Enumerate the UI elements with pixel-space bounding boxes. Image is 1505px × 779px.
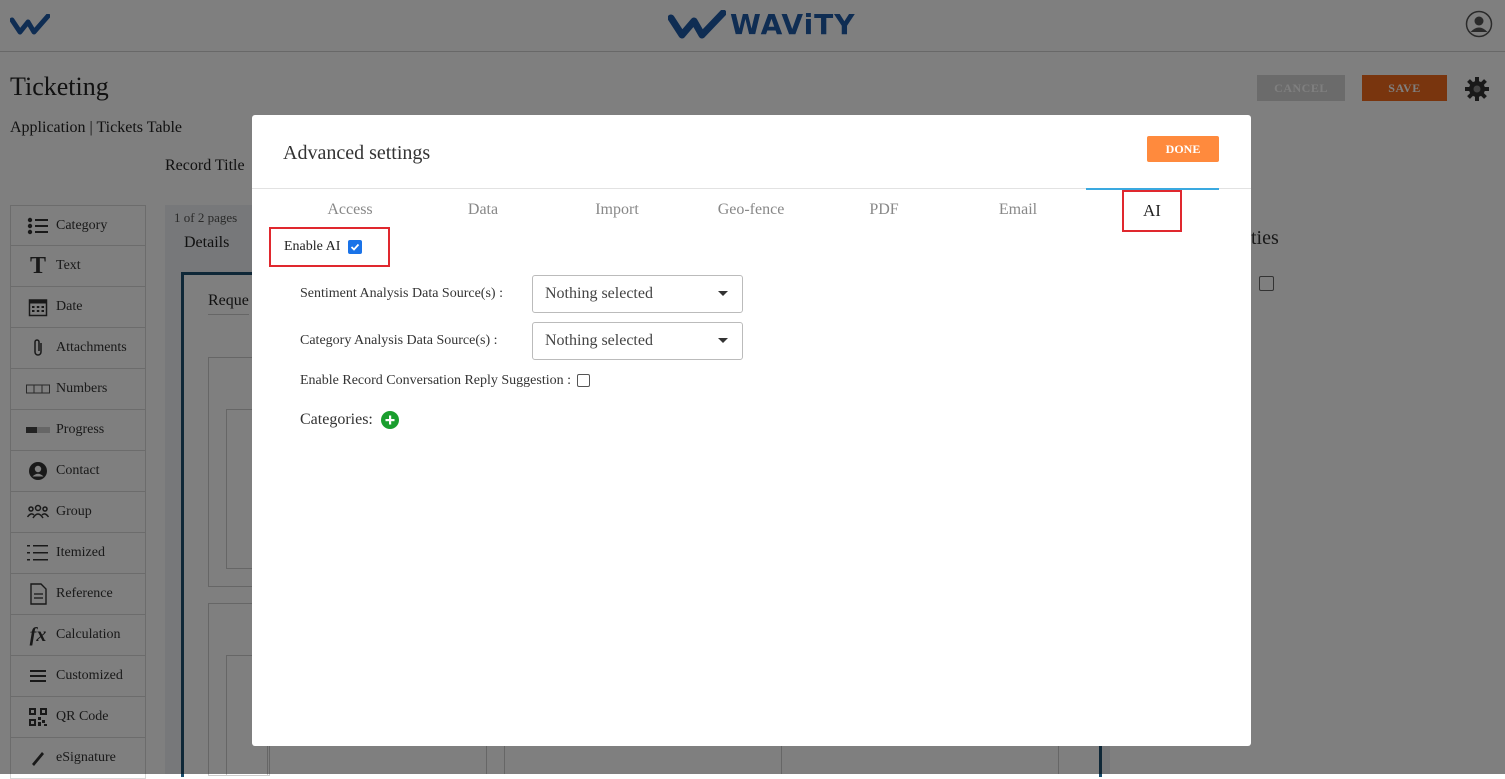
reply-suggestion-row: Enable Record Conversation Reply Suggest… — [300, 373, 591, 389]
add-category-icon[interactable] — [380, 411, 399, 429]
enable-ai-row: Enable AI — [269, 227, 390, 267]
caret-down-icon — [718, 291, 728, 296]
tab-import[interactable]: Import — [562, 201, 672, 219]
tab-data[interactable]: Data — [428, 201, 538, 219]
tab-email[interactable]: Email — [963, 201, 1073, 219]
modal-title: Advanced settings — [283, 142, 431, 164]
category-source-label: Category Analysis Data Source(s) : — [300, 333, 498, 348]
tab-geo-fence[interactable]: Geo-fence — [696, 201, 806, 219]
enable-ai-checkbox[interactable] — [348, 240, 363, 254]
sentiment-source-value: Nothing selected — [545, 285, 653, 302]
caret-down-icon — [718, 338, 728, 343]
reply-suggestion-checkbox[interactable] — [577, 374, 591, 388]
categories-row: Categories: — [300, 411, 399, 429]
categories-label: Categories: — [300, 411, 373, 428]
reply-suggestion-label: Enable Record Conversation Reply Suggest… — [300, 373, 572, 388]
advanced-settings-modal: Advanced settings DONE Access Data Impor… — [252, 115, 1251, 746]
sentiment-source-select[interactable]: Nothing selected — [532, 275, 743, 313]
category-source-select[interactable]: Nothing selected — [532, 322, 743, 360]
tab-pdf[interactable]: PDF — [829, 201, 939, 219]
checkmark-icon — [351, 243, 360, 251]
sentiment-source-label: Sentiment Analysis Data Source(s) : — [300, 286, 503, 301]
tab-ai[interactable]: AI — [1122, 190, 1182, 232]
enable-ai-label: Enable AI — [284, 239, 341, 254]
tab-access[interactable]: Access — [295, 201, 405, 219]
done-button[interactable]: DONE — [1147, 136, 1219, 162]
category-source-value: Nothing selected — [545, 332, 653, 349]
